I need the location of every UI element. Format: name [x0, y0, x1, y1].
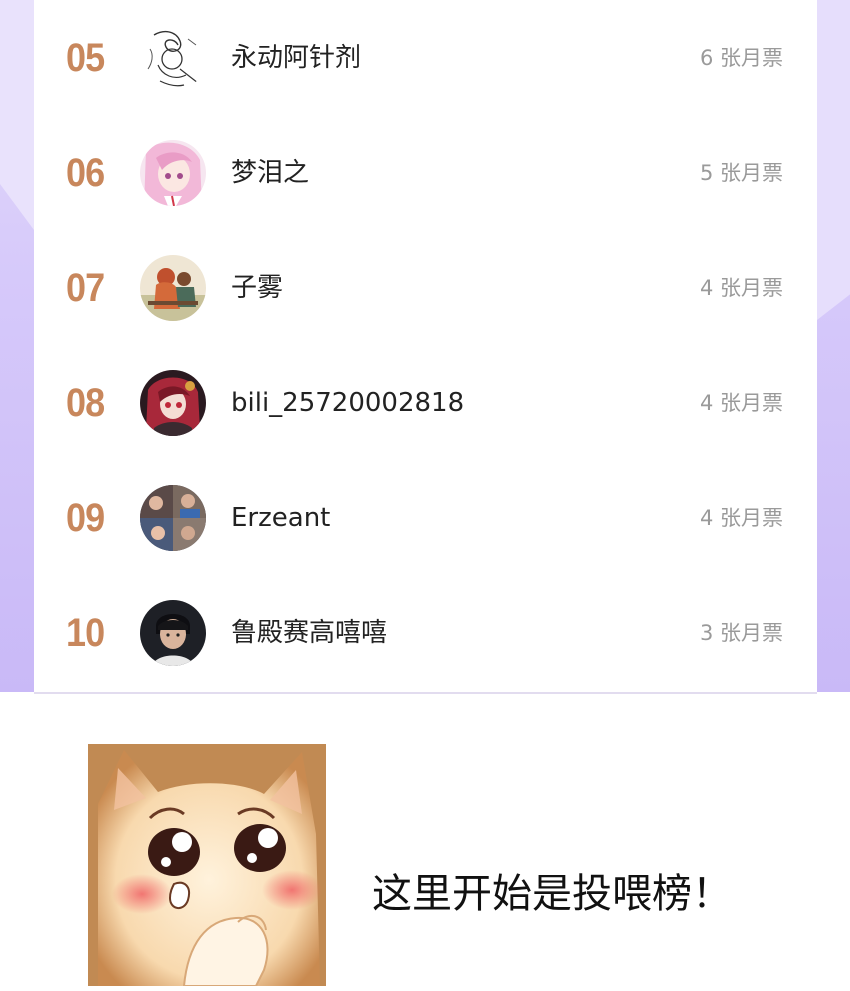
ranking-row[interactable]: 09 Erzeant 4 张月票 [34, 461, 817, 575]
username[interactable]: 永动阿针剂 [231, 40, 361, 76]
avatar-anime-red-image [140, 370, 206, 436]
username[interactable]: bili_25720002818 [231, 385, 464, 421]
ticket-count: 4 张月票 [699, 276, 783, 300]
username[interactable]: 梦泪之 [231, 155, 309, 191]
ticket-count: 6 张月票 [699, 46, 783, 70]
avatar-photo-collage-image [140, 485, 206, 551]
crying-cat-sticker [88, 744, 326, 986]
avatar-illustration-image [140, 255, 206, 321]
avatar-portrait-image [140, 600, 206, 666]
feeding-list-caption: 这里开始是投喂榜！ [372, 871, 732, 917]
avatar[interactable] [140, 600, 206, 666]
rank-number: 09 [66, 496, 105, 540]
avatar[interactable] [140, 255, 206, 321]
avatar[interactable] [140, 485, 206, 551]
ticket-count: 5 张月票 [699, 161, 783, 185]
avatar[interactable] [140, 370, 206, 436]
rank-number: 08 [66, 381, 105, 425]
avatar[interactable] [140, 25, 206, 91]
ranking-row[interactable]: 07 子雾 4 张月票 [34, 231, 817, 345]
crying-cat-image [88, 744, 326, 986]
background-shape-right [817, 0, 850, 320]
avatar[interactable] [140, 140, 206, 206]
rank-number: 07 [66, 266, 105, 310]
username[interactable]: 鲁殿赛高嘻嘻 [231, 615, 387, 651]
rank-number: 05 [66, 36, 105, 80]
ranking-row[interactable]: 05 永动阿针剂 6 张月票 [34, 1, 817, 115]
ranking-row[interactable]: 06 梦泪之 5 张月票 [34, 116, 817, 230]
ranking-row[interactable]: 08 bili_25720002818 4 张月票 [34, 346, 817, 460]
username[interactable]: 子雾 [231, 270, 283, 306]
avatar-sketch-image [140, 25, 206, 91]
username[interactable]: Erzeant [231, 500, 330, 536]
avatar-anime-pink-image [140, 140, 206, 206]
ticket-count: 4 张月票 [699, 391, 783, 415]
rank-number: 10 [66, 611, 105, 655]
ticket-count: 4 张月票 [699, 506, 783, 530]
ranking-list: 05 永动阿针剂 6 张月票 06 梦泪之 5 张月票 07 子雾 4 张月票 … [34, 0, 817, 694]
ticket-count: 3 张月票 [699, 621, 783, 645]
ranking-row[interactable]: 10 鲁殿赛高嘻嘻 3 张月票 [34, 576, 817, 690]
rank-number: 06 [66, 151, 105, 195]
